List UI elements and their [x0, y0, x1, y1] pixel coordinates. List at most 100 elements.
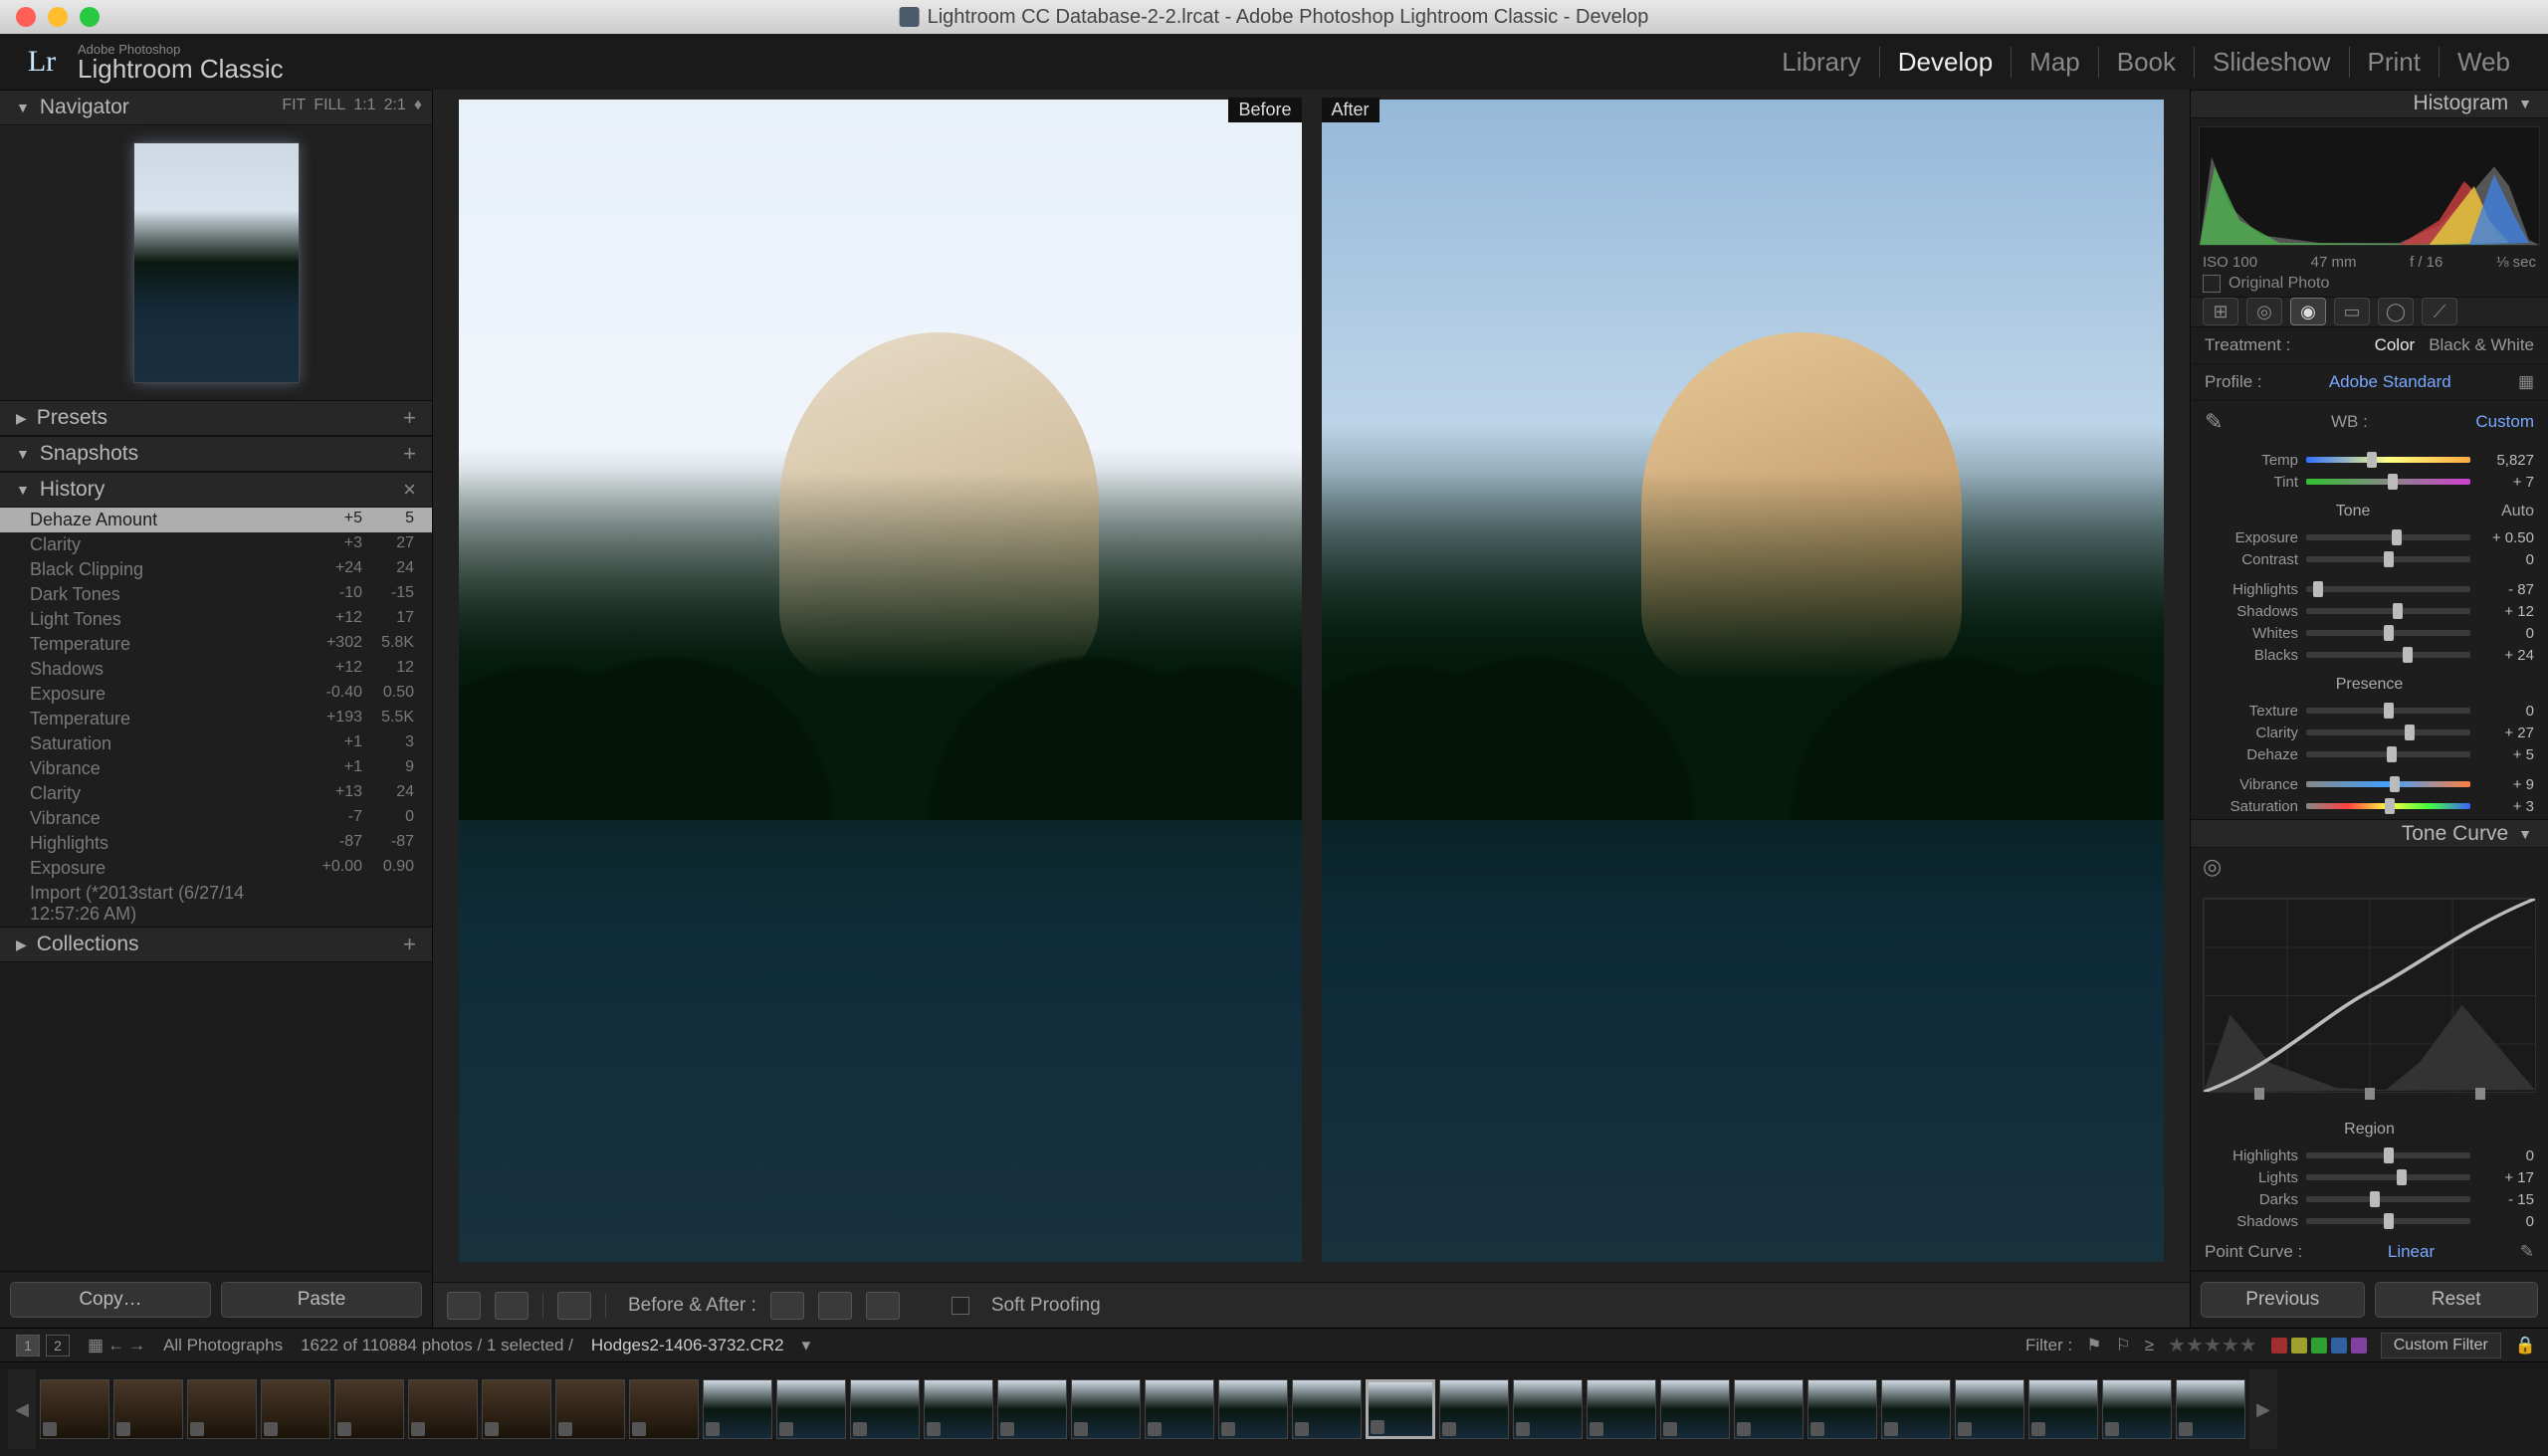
spot-tool-icon[interactable]: ◎	[2246, 298, 2282, 325]
region-darks-slider[interactable]	[2306, 1196, 2470, 1202]
target-adjust-icon[interactable]: ◎	[2203, 854, 2222, 879]
treatment-bw[interactable]: Black & White	[2429, 335, 2534, 355]
region-shadows-slider[interactable]	[2306, 1218, 2470, 1224]
radial-tool-icon[interactable]: ◯	[2378, 298, 2414, 325]
window-close[interactable]	[16, 7, 36, 27]
filmstrip-thumbnail[interactable]	[1955, 1379, 2024, 1439]
window-minimize[interactable]	[48, 7, 68, 27]
filmstrip-thumbnail[interactable]	[629, 1379, 699, 1439]
history-item[interactable]: Shadows+1212	[0, 657, 432, 682]
wb-picker[interactable]: Custom	[2475, 412, 2534, 432]
eyedropper-icon[interactable]: ✎	[2205, 409, 2223, 435]
filmstrip-thumbnail[interactable]	[776, 1379, 846, 1439]
filmstrip-thumbnail[interactable]	[1071, 1379, 1141, 1439]
tint-slider[interactable]	[2306, 479, 2470, 485]
vibrance-slider[interactable]	[2306, 781, 2470, 787]
histogram-header[interactable]: Histogram ▼	[2191, 90, 2548, 118]
blacks-slider[interactable]	[2306, 652, 2470, 658]
brush-tool-icon[interactable]: ⟋	[2422, 298, 2457, 325]
profile-browser-icon[interactable]: ▦	[2518, 372, 2534, 392]
ba-copy-after-button[interactable]	[866, 1292, 900, 1320]
filter-rating-compare-icon[interactable]: ≥	[2145, 1336, 2154, 1355]
filter-stars[interactable]: ★★★★★	[2168, 1333, 2257, 1357]
pointcurve-picker[interactable]: Linear	[2388, 1242, 2435, 1262]
filmstrip-thumbnail[interactable]	[850, 1379, 920, 1439]
redeye-tool-icon[interactable]: ◉	[2290, 298, 2326, 325]
history-item[interactable]: Temperature+1935.5K	[0, 707, 432, 731]
copy-button[interactable]: Copy…	[10, 1282, 211, 1318]
region-lights-slider[interactable]	[2306, 1174, 2470, 1180]
filmstrip-thumbnail[interactable]	[1366, 1379, 1435, 1439]
texture-slider[interactable]	[2306, 708, 2470, 714]
custom-filter-dropdown[interactable]: Custom Filter	[2381, 1333, 2501, 1358]
tone-auto-button[interactable]: Auto	[2501, 503, 2534, 520]
edit-pointcurve-icon[interactable]: ✎	[2520, 1242, 2534, 1262]
whites-slider[interactable]	[2306, 630, 2470, 636]
clarity-slider[interactable]	[2306, 729, 2470, 735]
profile-picker[interactable]: Adobe Standard	[2329, 372, 2451, 392]
zoom-1-1[interactable]: 1:1	[353, 97, 375, 114]
treatment-color[interactable]: Color	[2375, 335, 2416, 355]
module-book[interactable]: Book	[2099, 47, 2195, 78]
filmstrip-thumbnail[interactable]	[40, 1379, 109, 1439]
contrast-slider[interactable]	[2306, 556, 2470, 562]
filmstrip-thumbnail[interactable]	[555, 1379, 625, 1439]
add-snapshot-icon[interactable]: +	[403, 441, 416, 467]
filmstrip-thumbnail[interactable]	[2028, 1379, 2098, 1439]
second-window-button[interactable]: 2	[46, 1335, 70, 1356]
filmstrip-thumbnail[interactable]	[1145, 1379, 1214, 1439]
history-item[interactable]: Clarity+327	[0, 532, 432, 557]
temp-slider[interactable]	[2306, 457, 2470, 463]
filter-lock-icon[interactable]: 🔒	[2515, 1336, 2536, 1355]
filmstrip-prev[interactable]: ◀	[8, 1369, 36, 1449]
curve-split-handle[interactable]	[2254, 1088, 2264, 1100]
history-header[interactable]: ▼ History ×	[0, 472, 432, 508]
loupe-view-button[interactable]	[447, 1292, 481, 1320]
navigator-header[interactable]: ▼ Navigator FIT FILL 1:1 2:1 ♦	[0, 90, 432, 125]
ba-swap-button[interactable]	[770, 1292, 804, 1320]
snapshots-header[interactable]: ▼ Snapshots +	[0, 436, 432, 472]
filmstrip-thumbnail[interactable]	[2102, 1379, 2172, 1439]
filmstrip-thumbnail[interactable]	[1660, 1379, 1730, 1439]
clear-history-icon[interactable]: ×	[403, 477, 416, 503]
ba-copy-before-button[interactable]	[818, 1292, 852, 1320]
filmstrip-thumbnail[interactable]	[1881, 1379, 1951, 1439]
dehaze-slider[interactable]	[2306, 751, 2470, 757]
zoom-fill[interactable]: FILL	[314, 97, 345, 114]
history-item[interactable]: Temperature+3025.8K	[0, 632, 432, 657]
history-item[interactable]: Exposure+0.000.90	[0, 856, 432, 881]
history-item[interactable]: Dark Tones-10-15	[0, 582, 432, 607]
add-collection-icon[interactable]: +	[403, 932, 416, 957]
window-zoom[interactable]	[80, 7, 100, 27]
filmstrip-thumbnail[interactable]	[1513, 1379, 1583, 1439]
shadows-slider[interactable]	[2306, 608, 2470, 614]
main-window-button[interactable]: 1	[16, 1335, 40, 1356]
filmstrip-thumbnail[interactable]	[1439, 1379, 1509, 1439]
add-preset-icon[interactable]: +	[403, 405, 416, 431]
zoom-fit[interactable]: FIT	[282, 97, 306, 114]
filter-flag-icon[interactable]: ⚑	[2086, 1336, 2101, 1355]
filmstrip-thumbnail[interactable]	[1587, 1379, 1656, 1439]
filmstrip-thumbnail[interactable]	[997, 1379, 1067, 1439]
zoom-menu-icon[interactable]: ♦	[414, 97, 422, 114]
history-item[interactable]: Light Tones+1217	[0, 607, 432, 632]
tone-curve-editor[interactable]	[2203, 898, 2536, 1093]
history-item[interactable]: Dehaze Amount+55	[0, 508, 432, 532]
crop-tool-icon[interactable]: ⊞	[2203, 298, 2238, 325]
history-item[interactable]: Vibrance+19	[0, 756, 432, 781]
filter-color-labels[interactable]	[2271, 1338, 2367, 1353]
module-slideshow[interactable]: Slideshow	[2195, 47, 2350, 78]
module-map[interactable]: Map	[2012, 47, 2099, 78]
filmstrip-thumbnail[interactable]	[408, 1379, 478, 1439]
region-highlights-slider[interactable]	[2306, 1152, 2470, 1158]
curve-split-handle[interactable]	[2365, 1088, 2375, 1100]
paste-button[interactable]: Paste	[221, 1282, 422, 1318]
filmstrip-thumbnail[interactable]	[1292, 1379, 1362, 1439]
ba-orientation-button[interactable]	[557, 1292, 591, 1320]
history-item[interactable]: Black Clipping+2424	[0, 557, 432, 582]
saturation-slider[interactable]	[2306, 803, 2470, 809]
soft-proofing-checkbox[interactable]	[952, 1297, 969, 1315]
highlights-slider[interactable]	[2306, 586, 2470, 592]
filmstrip-thumbnail[interactable]	[482, 1379, 551, 1439]
preview-after[interactable]: After	[1322, 100, 2165, 1262]
